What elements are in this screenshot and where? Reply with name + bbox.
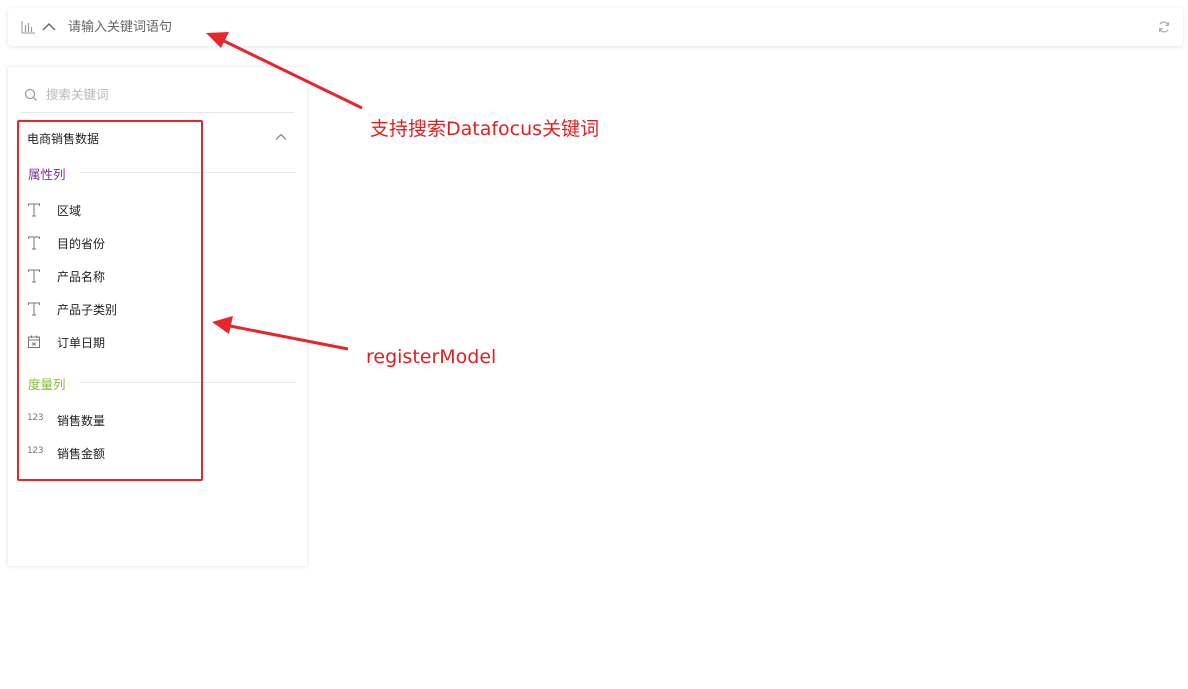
- attribute-section-header: 属性列: [28, 164, 296, 182]
- section-label: 属性列: [28, 167, 66, 182]
- text-type-icon: [28, 236, 40, 250]
- panel-search: [20, 77, 294, 113]
- field-panel: 电商销售数据 属性列 区域 目的省份 产品名称: [8, 67, 307, 566]
- field-label: 订单日期: [57, 336, 106, 350]
- field-label: 销售金额: [57, 447, 106, 461]
- field-item-destination-province[interactable]: 目的省份: [27, 234, 207, 252]
- number-type-icon: 123: [27, 446, 44, 456]
- text-type-icon: [28, 203, 40, 217]
- field-item-product-name[interactable]: 产品名称: [27, 267, 207, 285]
- chevron-up-icon[interactable]: [41, 19, 57, 35]
- text-type-icon: [28, 302, 40, 316]
- field-label: 目的省份: [57, 237, 106, 251]
- annotation-text-model: registerModel: [366, 346, 497, 368]
- field-label: 产品名称: [57, 270, 106, 284]
- field-search-input[interactable]: [46, 77, 286, 112]
- section-divider: [80, 172, 296, 173]
- bar-chart-icon[interactable]: [20, 19, 36, 35]
- field-label: 销售数量: [57, 414, 106, 428]
- section-label: 度量列: [28, 377, 66, 392]
- calendar-icon: [28, 335, 40, 348]
- field-item-order-date[interactable]: 订单日期: [27, 333, 207, 351]
- refresh-icon[interactable]: [1157, 20, 1171, 34]
- keyword-search-input[interactable]: [68, 8, 968, 46]
- annotation-text-search: 支持搜索Datafocus关键词: [370, 118, 600, 140]
- field-item-sales-quantity[interactable]: 123 销售数量: [27, 411, 207, 429]
- text-type-icon: [28, 269, 40, 283]
- field-label: 产品子类别: [57, 303, 118, 317]
- field-item-product-subcategory[interactable]: 产品子类别: [27, 300, 207, 318]
- field-label: 区域: [57, 204, 82, 218]
- keyword-search-bar: [8, 8, 1183, 46]
- field-item-region[interactable]: 区域: [27, 201, 207, 219]
- number-type-icon: 123: [27, 413, 44, 423]
- search-icon: [24, 88, 37, 101]
- field-item-sales-amount[interactable]: 123 销售金额: [27, 444, 207, 462]
- dataset-title[interactable]: 电商销售数据: [27, 130, 99, 147]
- chevron-up-icon[interactable]: [274, 130, 288, 144]
- section-divider: [80, 382, 296, 383]
- measure-section-header: 度量列: [28, 374, 296, 392]
